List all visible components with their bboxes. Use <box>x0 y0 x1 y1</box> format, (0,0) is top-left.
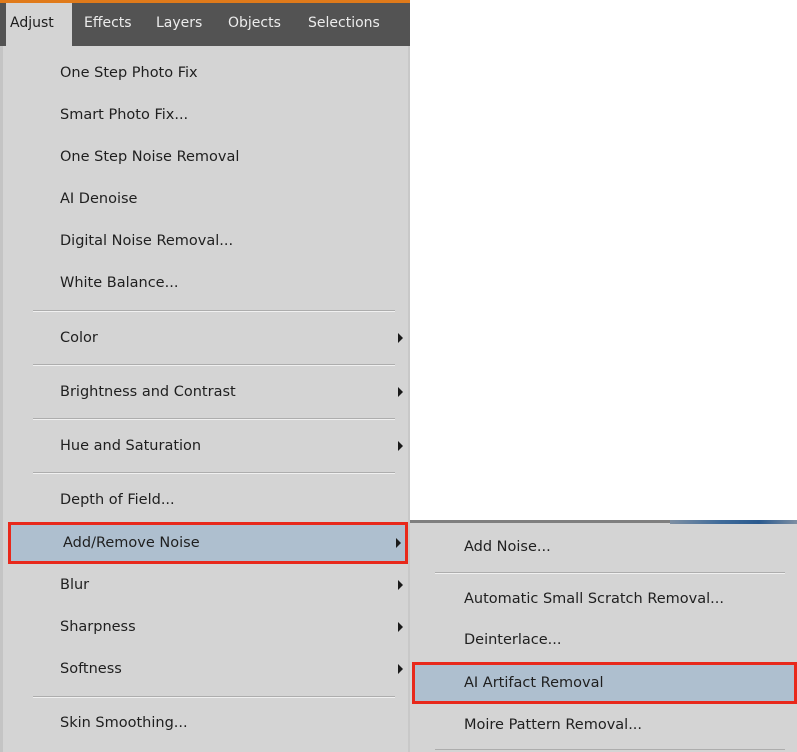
menu-separator <box>33 364 395 366</box>
menu-item-digital-noise-removal[interactable]: Digital Noise Removal... <box>0 220 410 262</box>
menu-separator <box>33 472 395 474</box>
menu-item-smart-photo-fix[interactable]: Smart Photo Fix... <box>0 94 410 136</box>
submenu-item-ai-artifact-removal[interactable]: AI Artifact Removal <box>412 662 797 704</box>
menu-item-brightness-contrast[interactable]: Brightness and Contrast <box>0 371 410 413</box>
menu-item-label: Skin Smoothing... <box>60 715 188 731</box>
menu-separator <box>33 310 395 312</box>
menu-item-skin-smoothing[interactable]: Skin Smoothing... <box>0 702 410 744</box>
submenu-item-moire-pattern-removal[interactable]: Moire Pattern Removal... <box>410 704 797 746</box>
menu-item-label: One Step Noise Removal <box>60 149 240 165</box>
menu-item-depth-of-field[interactable]: Depth of Field... <box>0 479 410 521</box>
menubar-item-adjust[interactable]: Adjust <box>6 3 72 46</box>
menu-item-label: One Step Photo Fix <box>60 65 198 81</box>
menu-item-label: Add/Remove Noise <box>63 535 200 551</box>
submenu-arrow-icon <box>398 333 403 343</box>
menu-item-one-step-photo-fix[interactable]: One Step Photo Fix <box>0 52 410 94</box>
menu-bar: Adjust Effects Layers Objects Selections <box>0 0 410 46</box>
menubar-label: Selections <box>308 15 380 31</box>
submenu-separator <box>435 749 785 751</box>
menu-item-softness[interactable]: Softness <box>0 648 410 690</box>
add-remove-noise-submenu: Add Noise... Automatic Small Scratch Rem… <box>410 520 797 752</box>
menubar-label: Effects <box>84 15 132 31</box>
menu-item-white-balance[interactable]: White Balance... <box>0 262 410 304</box>
submenu-separator <box>435 572 785 574</box>
submenu-arrow-icon <box>398 441 403 451</box>
submenu-item-label: AI Artifact Removal <box>464 675 604 691</box>
menu-item-sharpness[interactable]: Sharpness <box>0 606 410 648</box>
menu-item-color[interactable]: Color <box>0 317 410 359</box>
submenu-arrow-icon <box>398 580 403 590</box>
submenu-item-label: Deinterlace... <box>464 632 562 648</box>
menu-item-one-step-noise-removal[interactable]: One Step Noise Removal <box>0 136 410 178</box>
menubar-item-selections[interactable]: Selections <box>304 3 404 46</box>
menu-item-label: Color <box>60 330 98 346</box>
submenu-item-label: Automatic Small Scratch Removal... <box>464 591 724 607</box>
menu-item-blur[interactable]: Blur <box>0 564 410 606</box>
menu-item-hue-saturation[interactable]: Hue and Saturation <box>0 425 410 467</box>
menu-item-label: Smart Photo Fix... <box>60 107 189 123</box>
menu-item-label: Blur <box>60 577 90 593</box>
submenu-arrow-icon <box>398 664 403 674</box>
menubar-item-objects[interactable]: Objects <box>224 3 296 46</box>
menubar-item-effects[interactable]: Effects <box>80 3 144 46</box>
menu-item-label: Softness <box>60 661 122 677</box>
menubar-label: Objects <box>228 15 281 31</box>
submenu-item-deinterlace[interactable]: Deinterlace... <box>410 619 797 661</box>
menu-item-ai-denoise[interactable]: AI Denoise <box>0 178 410 220</box>
submenu-item-label: Add Noise... <box>464 539 551 555</box>
background-image-strip <box>670 520 797 524</box>
submenu-item-label: Moire Pattern Removal... <box>464 717 643 733</box>
adjust-menu: One Step Photo Fix Smart Photo Fix... On… <box>0 46 410 752</box>
menubar-label: Adjust <box>10 15 54 31</box>
menu-item-label: Sharpness <box>60 619 136 635</box>
menubar-label: Layers <box>156 15 203 31</box>
menu-separator <box>33 418 395 420</box>
submenu-arrow-icon <box>398 622 403 632</box>
submenu-arrow-icon <box>398 387 403 397</box>
submenu-arrow-icon <box>396 538 401 548</box>
menu-separator <box>33 696 395 698</box>
menu-item-label: Digital Noise Removal... <box>60 233 234 249</box>
menu-item-label: White Balance... <box>60 275 179 291</box>
menu-item-label: Brightness and Contrast <box>60 384 236 400</box>
menu-item-label: Hue and Saturation <box>60 438 202 454</box>
menu-item-label: Depth of Field... <box>60 492 175 508</box>
menu-item-add-remove-noise[interactable]: Add/Remove Noise <box>8 522 408 564</box>
menu-item-label: AI Denoise <box>60 191 138 207</box>
submenu-item-automatic-small-scratch-removal[interactable]: Automatic Small Scratch Removal... <box>410 578 797 620</box>
menubar-item-layers[interactable]: Layers <box>152 3 216 46</box>
submenu-item-add-noise[interactable]: Add Noise... <box>410 526 797 568</box>
